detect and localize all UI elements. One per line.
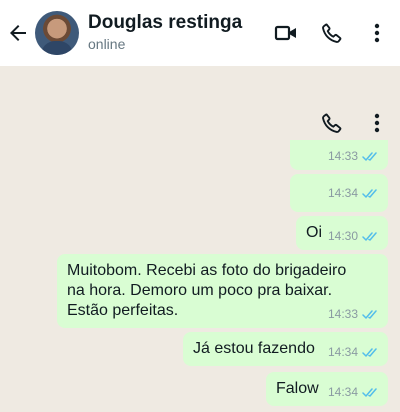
more-vertical-icon[interactable] — [365, 21, 389, 45]
message-line: na hora. Demoro um poco pra baixar. — [67, 282, 333, 299]
chat-area[interactable]: 14:33 14:34 Oi 14:30 Muitobom. Recebi as… — [0, 66, 400, 412]
message-time: 14:33 — [327, 307, 358, 321]
message-line: Estão perfeitas. — [67, 302, 179, 319]
message-text: Falow — [276, 380, 319, 397]
message-bubble[interactable]: Oi 14:30 — [296, 216, 388, 250]
message-meta: 14:30 — [328, 226, 380, 246]
message-meta: 14:34 — [328, 382, 380, 402]
message-bubble[interactable]: Muitobom. Recebi as foto do brigadeiro n… — [57, 254, 388, 328]
avatar[interactable] — [35, 11, 79, 55]
message-time: 14:34 — [327, 186, 358, 200]
arrow-left-icon[interactable] — [6, 21, 30, 45]
message-time: 14:34 — [327, 345, 358, 359]
double-check-icon — [362, 309, 377, 319]
message-bubble[interactable]: 14:34 — [290, 174, 388, 212]
message-text: Muitobom. Recebi as foto do brigadeiro n… — [67, 261, 346, 321]
message-text: Oi — [306, 224, 322, 241]
video-camera-icon[interactable] — [274, 21, 298, 45]
message-time: 14:34 — [327, 385, 358, 399]
message-time: 14:33 — [327, 149, 358, 163]
message-meta: 14:34 — [328, 183, 380, 203]
contact-name[interactable]: Douglas restinga — [88, 12, 242, 34]
contact-status: online — [88, 36, 126, 52]
double-check-icon — [362, 188, 377, 198]
double-check-icon — [362, 387, 377, 397]
message-line: Muitobom. Recebi as foto do brigadeiro — [67, 262, 347, 279]
message-bubble[interactable]: 14:33 — [290, 140, 388, 170]
double-check-icon — [362, 151, 377, 161]
message-text: Já estou fazendo — [193, 340, 315, 357]
double-check-icon — [362, 347, 377, 357]
message-bubble[interactable]: Falow 14:34 — [266, 372, 388, 406]
message-bubble[interactable]: Já estou fazendo 14:34 — [183, 332, 388, 366]
phone-icon[interactable] — [320, 21, 344, 45]
phone-icon[interactable] — [320, 111, 344, 135]
chat-header: Douglas restinga online — [0, 0, 400, 66]
message-meta: 14:34 — [328, 342, 380, 362]
message-time: 14:30 — [327, 229, 358, 243]
message-meta: 14:33 — [328, 304, 380, 324]
more-vertical-icon[interactable] — [365, 111, 389, 135]
double-check-icon — [362, 231, 377, 241]
message-meta: 14:33 — [328, 146, 380, 166]
